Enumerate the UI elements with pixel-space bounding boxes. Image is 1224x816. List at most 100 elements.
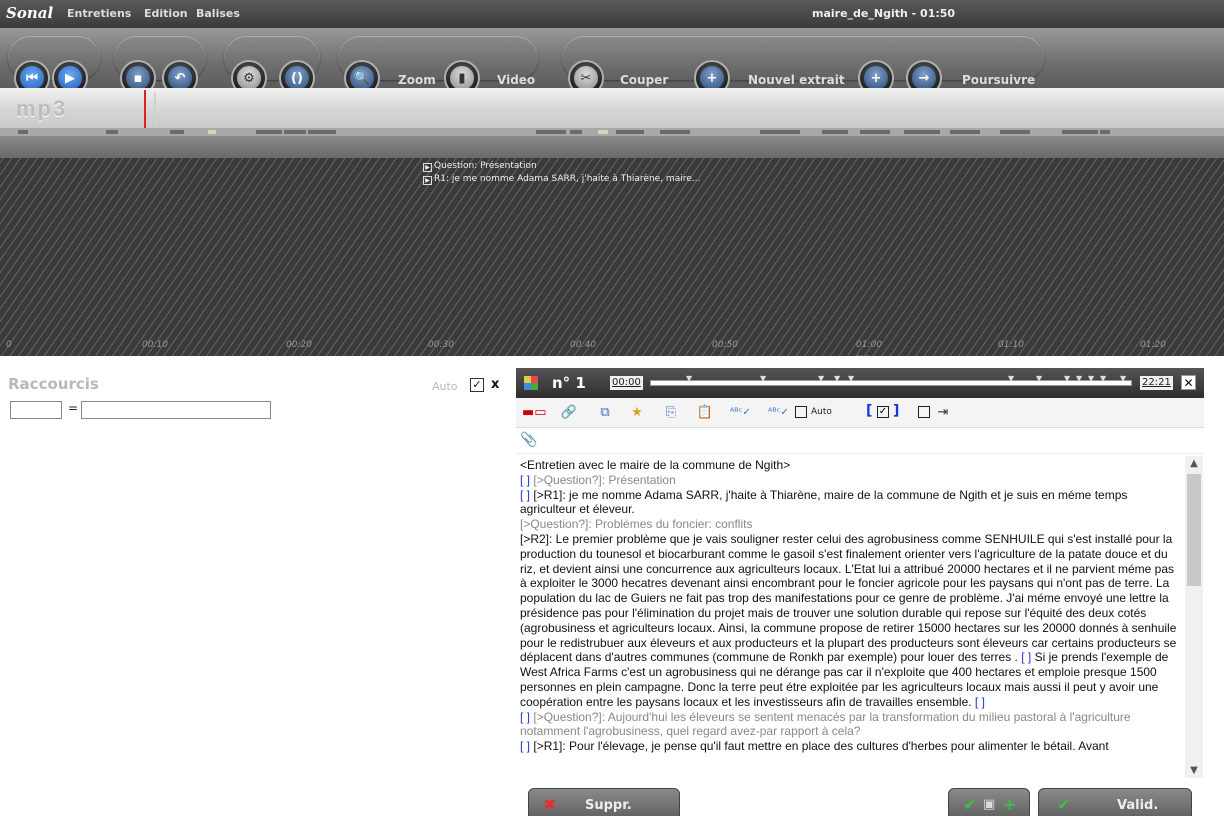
menu-edition[interactable]: Edition (144, 7, 188, 20)
waveform-area[interactable]: ▶ Question: Présentation ▶ R1: je me nomme… (0, 158, 1224, 356)
marker-icon[interactable]: ▼ (1008, 374, 1014, 383)
split-icon[interactable]: ⇥ (934, 404, 952, 422)
zoom-icon: 🔍 (350, 66, 374, 90)
insert-extract-icon: + (864, 66, 888, 90)
answer-text: [>R1]: Pour l'élevage, je pense qu'il fa… (533, 739, 1109, 754)
delete-x-icon: ✖ (543, 795, 557, 814)
marker-icon[interactable]: ▼ (760, 374, 766, 383)
copy-icon[interactable]: ⎘ (662, 404, 680, 422)
settings-icon: ⚙ (237, 66, 261, 90)
tick-0120: 01:20 (1140, 340, 1166, 350)
tick-partial: 0 (6, 340, 12, 350)
transcript-line: [ ] [>Question?]: Présentation (520, 473, 1180, 488)
editor-footer: ✖ Suppr. ✔ ▣ + ✔ Valid. (516, 778, 1204, 816)
scissors-icon: ✂ (574, 66, 598, 90)
marker-icon[interactable]: ▼ (1036, 374, 1042, 383)
segment-r1-label: R1: je me nomme Adama SARR, j'haite à Th… (434, 174, 701, 184)
ruler-bar (0, 136, 1224, 158)
plus-icon: + (1003, 795, 1017, 814)
zoom-label[interactable]: Zoom (398, 73, 436, 87)
marker-icon[interactable]: ▼ (1100, 374, 1106, 383)
marker-icon[interactable]: ▼ (834, 374, 840, 383)
validate-button[interactable]: ✔ Valid. (1038, 788, 1192, 816)
transcript-scrollbar[interactable]: ▲ ▼ (1185, 456, 1203, 778)
delete-label: Suppr. (585, 798, 632, 813)
tag-marker[interactable]: [ ] (975, 695, 985, 709)
link-icon[interactable]: 🔗 (560, 404, 578, 422)
marker-icon[interactable]: ▼ (1076, 374, 1082, 383)
main-toolbar: ⏮ ▶ ▪ ↶ ⚙ () 🔍 Zoom ▮ Video ✂ Couper + N… (0, 28, 1224, 96)
tick-0030: 00:30 (428, 340, 454, 350)
marker-icon[interactable]: ▼ (686, 374, 692, 383)
audio-strip[interactable]: mp3 (0, 88, 1224, 132)
shortcut-key-input[interactable] (10, 401, 62, 419)
split-checkbox[interactable] (918, 406, 930, 418)
window-title: maire_de_Ngith - 01:50 (812, 7, 956, 20)
delete-button[interactable]: ✖ Suppr. (528, 788, 680, 816)
tag-marker[interactable]: [ ] (520, 473, 530, 487)
panel-resize-handle[interactable] (857, 355, 869, 358)
shortcut-text-input[interactable] (81, 401, 271, 419)
shortcuts-auto-checkbox[interactable]: ✓ (470, 378, 484, 392)
cut-label[interactable]: Couper (620, 73, 668, 87)
scroll-up-icon[interactable]: ▲ (1189, 458, 1199, 469)
check-icon: ✔ (1057, 795, 1071, 814)
paste-icon[interactable]: 📋 (696, 404, 714, 422)
paperclip-icon[interactable]: 📎 (520, 432, 537, 448)
auto-spellcheck-icon[interactable]: ᴬᴮᶜ✓ (768, 404, 789, 422)
tag-marker[interactable]: [ ] (1021, 650, 1031, 664)
star-add-icon[interactable]: ★ (628, 404, 646, 422)
scroll-down-icon[interactable]: ▼ (1189, 765, 1199, 776)
continue-label[interactable]: Poursuivre (962, 73, 1035, 87)
tick-0010: 00:10 (142, 340, 168, 350)
question-text: [>Question?]: Aujourd'hui les éleveurs s… (520, 709, 1131, 739)
transcript-text[interactable]: <Entretien avec le maire de la commune d… (516, 456, 1184, 778)
play-icon: ▶ (58, 66, 82, 90)
scroll-thumb[interactable] (1187, 474, 1201, 586)
tag-marker[interactable]: [ ] (520, 710, 530, 724)
end-time[interactable]: 22:21 (1140, 376, 1173, 390)
sonal-app: { "app": { "logo": "Sonal", "menus": ["E… (0, 0, 1224, 816)
tick-0050: 00:50 (712, 340, 738, 350)
play-segment-icon[interactable]: ▶ (423, 176, 432, 185)
overview-strip[interactable] (0, 128, 1224, 136)
shortcuts-auto-label: Auto (432, 380, 458, 393)
add-block-icon[interactable]: ⧉ (596, 404, 614, 422)
new-extract-label[interactable]: Nouvel extrait (748, 73, 845, 87)
format-label: mp3 (16, 96, 68, 121)
menu-entretiens[interactable]: Entretiens (67, 7, 131, 20)
segment-r1[interactable]: ▶ R1: je me nomme Adama SARR, j'haite à T… (423, 174, 700, 185)
tick-0100: 01:00 (856, 340, 882, 350)
editor-toolbar: ▬▭ 🔗 ⧉ ★ ⎘ 📋 ᴬᴮᶜ✓ ᴬᴮᶜ✓ Auto [ ✓ ] ⇥ (516, 398, 1204, 428)
spellcheck-icon[interactable]: ᴬᴮᶜ✓ (730, 404, 751, 422)
play-segment-icon[interactable]: ▶ (423, 163, 432, 172)
tag-marker[interactable]: [ ] (520, 488, 530, 502)
waveform-tool-icon[interactable]: ▬▭ (522, 404, 547, 422)
start-time[interactable]: 00:00 (610, 376, 643, 390)
marker-icon[interactable]: ▼ (848, 374, 854, 383)
menu-balises[interactable]: Balises (196, 7, 240, 20)
extract-editor: n° 1 00:00 ▼ ▼ ▼ ▼ ▼ ▼ ▼ ▼ ▼ ▼ ▼ ▼ 22:21… (516, 368, 1204, 816)
video-label[interactable]: Video (497, 73, 535, 87)
playhead-cursor[interactable] (144, 90, 146, 130)
marker-icon[interactable]: ▼ (1120, 374, 1126, 383)
marker-icon[interactable]: ▼ (1088, 374, 1094, 383)
answer-text: [>R2]: Le premier problème que je vais s… (520, 531, 1177, 665)
marker-icon[interactable]: ▼ (1064, 374, 1070, 383)
split-validate-button[interactable]: ✔ ▣ + (948, 788, 1030, 816)
sonal-logo: Sonal (6, 4, 54, 22)
tag-marker[interactable]: [ ] (520, 739, 530, 753)
marker-icon[interactable]: ▼ (818, 374, 824, 383)
bracket-close-label: ] (893, 403, 900, 419)
segment-question[interactable]: ▶ Question: Présentation (423, 161, 537, 172)
editor-close-button[interactable]: ✕ (1181, 375, 1196, 390)
bracket-checkbox[interactable]: ✓ (877, 406, 889, 418)
segment-question-label: Question: Présentation (434, 161, 537, 171)
continue-icon: → (912, 66, 936, 90)
question-text: [>Question?]: Présentation (533, 472, 676, 487)
auto-spell-checkbox[interactable] (795, 406, 807, 418)
color-grid-icon[interactable] (524, 376, 538, 390)
transcript-line: [ ] [>R1]: je me nomme Adama SARR, j'hai… (520, 488, 1180, 518)
shortcuts-close-button[interactable]: x (491, 377, 499, 392)
extract-track[interactable] (650, 380, 1132, 386)
